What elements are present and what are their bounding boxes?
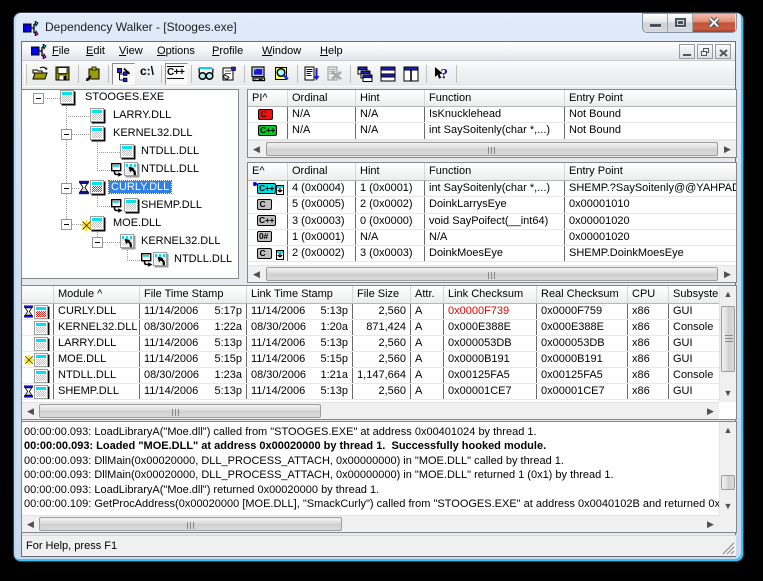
svg-text:?: ? xyxy=(441,67,449,83)
